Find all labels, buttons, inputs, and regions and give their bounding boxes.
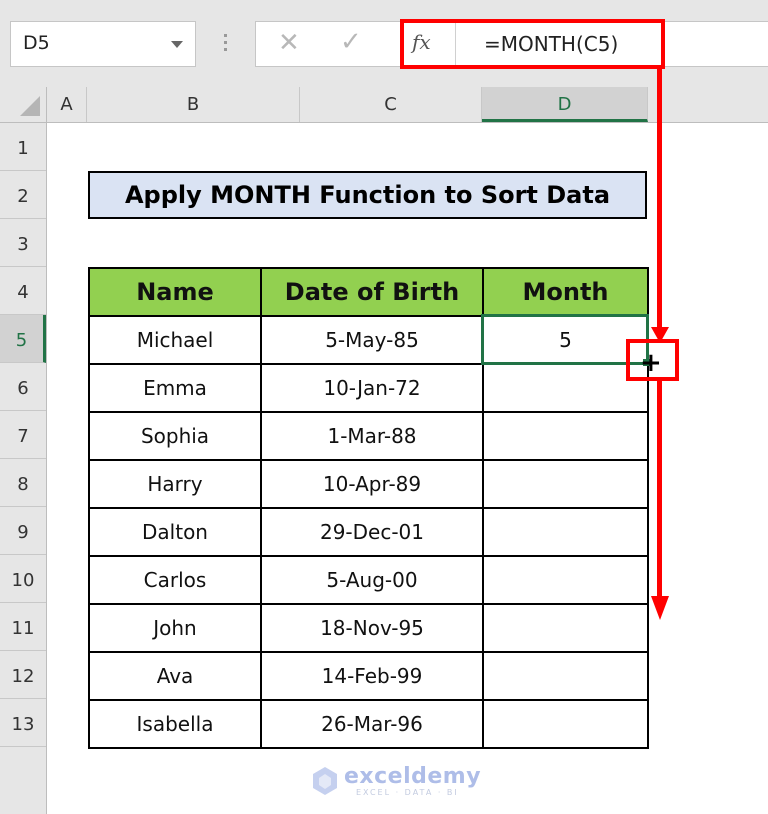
month-cell[interactable] xyxy=(482,507,649,557)
header-name[interactable]: Name xyxy=(88,267,262,317)
name-cell[interactable]: Ava xyxy=(88,651,262,701)
table-row: Carlos 5-Aug-00 xyxy=(88,555,649,605)
name-cell[interactable]: Isabella xyxy=(88,699,262,749)
arrow-down-icon xyxy=(651,596,669,620)
row-header[interactable]: 2 xyxy=(0,171,46,219)
row-header[interactable]: 3 xyxy=(0,219,46,267)
row-header[interactable]: 13 xyxy=(0,699,46,747)
table-row: Harry 10-Apr-89 xyxy=(88,459,649,509)
row-header[interactable]: 10 xyxy=(0,555,46,603)
month-cell[interactable] xyxy=(482,603,649,653)
table-row: Sophia 1-Mar-88 xyxy=(88,411,649,461)
dob-cell[interactable]: 26-Mar-96 xyxy=(260,699,484,749)
checkmark-icon[interactable]: ✓ xyxy=(340,27,362,57)
month-cell[interactable] xyxy=(482,699,649,749)
name-cell[interactable]: Harry xyxy=(88,459,262,509)
highlight-box-formula xyxy=(400,19,665,69)
table-row: Ava 14-Feb-99 xyxy=(88,651,649,701)
column-header-a[interactable]: A xyxy=(47,87,87,122)
watermark-name: exceldemy xyxy=(344,764,482,789)
name-cell[interactable]: Michael xyxy=(88,315,262,365)
dob-cell[interactable]: 29-Dec-01 xyxy=(260,507,484,557)
column-header-b[interactable]: B xyxy=(87,87,300,122)
drag-handle-icon[interactable] xyxy=(224,34,228,54)
header-month[interactable]: Month xyxy=(482,267,649,317)
row-header[interactable]: 8 xyxy=(0,459,46,507)
fill-handle-cross-icon: + xyxy=(640,348,662,378)
row-header[interactable]: 6 xyxy=(0,363,46,411)
name-cell[interactable]: Emma xyxy=(88,363,262,413)
selected-cell-d5[interactable] xyxy=(481,314,649,365)
name-cell[interactable]: John xyxy=(88,603,262,653)
column-header-d[interactable]: D xyxy=(482,87,648,122)
cancel-x-icon[interactable]: ✕ xyxy=(278,28,300,58)
dob-cell[interactable]: 10-Jan-72 xyxy=(260,363,484,413)
row-header-selected[interactable]: 5 xyxy=(0,315,46,363)
table-row: John 18-Nov-95 xyxy=(88,603,649,653)
row-header[interactable]: 9 xyxy=(0,507,46,555)
table-row: Dalton 29-Dec-01 xyxy=(88,507,649,557)
dob-cell[interactable]: 5-Aug-00 xyxy=(260,555,484,605)
header-row: Name Date of Birth Month xyxy=(88,267,649,317)
row-header[interactable]: 4 xyxy=(0,267,46,315)
row-header[interactable]: 11 xyxy=(0,603,46,651)
month-cell[interactable] xyxy=(482,411,649,461)
dob-cell[interactable]: 1-Mar-88 xyxy=(260,411,484,461)
chevron-down-icon[interactable] xyxy=(171,41,183,48)
month-cell[interactable] xyxy=(482,651,649,701)
dob-cell[interactable]: 14-Feb-99 xyxy=(260,651,484,701)
table-row: Emma 10-Jan-72 xyxy=(88,363,649,413)
column-header-c[interactable]: C xyxy=(300,87,482,122)
name-cell[interactable]: Sophia xyxy=(88,411,262,461)
header-date-of-birth[interactable]: Date of Birth xyxy=(260,267,484,317)
annotation-arrow-line xyxy=(657,381,662,596)
annotation-arrow-line xyxy=(657,69,662,331)
select-all-icon xyxy=(20,96,40,116)
select-all-button[interactable] xyxy=(0,87,47,123)
row-header[interactable]: 7 xyxy=(0,411,46,459)
month-cell[interactable] xyxy=(482,459,649,509)
name-box-value: D5 xyxy=(23,32,50,54)
name-box[interactable]: D5 xyxy=(10,21,196,67)
sheet-title[interactable]: Apply MONTH Function to Sort Data xyxy=(88,171,647,219)
name-cell[interactable]: Dalton xyxy=(88,507,262,557)
month-cell[interactable] xyxy=(482,555,649,605)
dob-cell[interactable]: 18-Nov-95 xyxy=(260,603,484,653)
table-row: Isabella 26-Mar-96 xyxy=(88,699,649,749)
name-cell[interactable]: Carlos xyxy=(88,555,262,605)
row-headers: 1 2 3 4 5 6 7 8 9 10 11 12 13 xyxy=(0,123,47,814)
dob-cell[interactable]: 5-May-85 xyxy=(260,315,484,365)
watermark-tagline: EXCEL · DATA · BI xyxy=(356,788,459,797)
exceldemy-logo-icon xyxy=(313,767,337,795)
row-header[interactable]: 1 xyxy=(0,123,46,171)
row-header[interactable]: 12 xyxy=(0,651,46,699)
month-cell[interactable] xyxy=(482,363,649,413)
dob-cell[interactable]: 10-Apr-89 xyxy=(260,459,484,509)
